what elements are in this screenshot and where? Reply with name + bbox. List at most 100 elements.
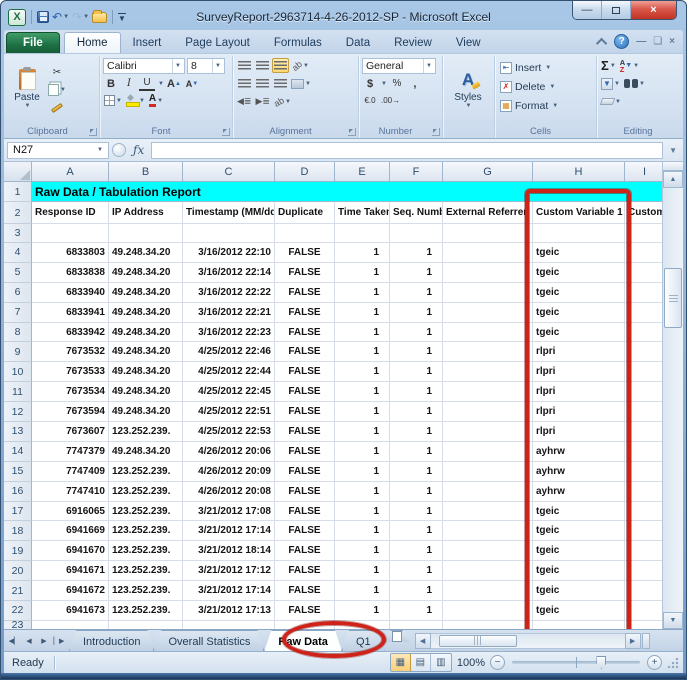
orientation-button[interactable]: ab▼ xyxy=(291,58,310,73)
cell[interactable]: 3/21/2012 17:12 xyxy=(183,561,275,581)
decrease-font-button[interactable]: A▼ xyxy=(184,76,200,91)
cell[interactable] xyxy=(625,342,662,362)
cell[interactable]: 1 xyxy=(335,442,390,462)
maximize-button[interactable] xyxy=(602,1,631,19)
cell[interactable]: 1 xyxy=(390,601,443,621)
cell[interactable]: 123.252.239. xyxy=(109,422,183,442)
cell[interactable]: FALSE xyxy=(275,561,335,581)
sheet-tab-introduction[interactable]: Introduction xyxy=(69,630,154,651)
cell[interactable]: 1 xyxy=(390,402,443,422)
ribbon-tab-home[interactable]: Home xyxy=(64,32,121,53)
row-header-21[interactable]: 21 xyxy=(4,581,32,601)
cell[interactable]: tgeic xyxy=(533,541,625,561)
cell[interactable] xyxy=(443,224,533,243)
column-header-F[interactable]: F xyxy=(390,162,443,182)
cell[interactable]: 7747409 xyxy=(32,462,109,482)
cell[interactable]: FALSE xyxy=(275,462,335,482)
cell[interactable]: 123.252.239. xyxy=(109,502,183,522)
row-header-17[interactable]: 17 xyxy=(4,502,32,522)
cell[interactable] xyxy=(625,402,662,422)
row-header-11[interactable]: 11 xyxy=(4,382,32,402)
format-painter-button[interactable] xyxy=(47,101,67,116)
cell[interactable]: FALSE xyxy=(275,382,335,402)
row-header-5[interactable]: 5 xyxy=(4,263,32,283)
cell[interactable] xyxy=(390,621,443,629)
row-header-7[interactable]: 7 xyxy=(4,303,32,323)
row-header-10[interactable]: 10 xyxy=(4,362,32,382)
cell[interactable] xyxy=(625,521,662,541)
cell[interactable]: rlpri xyxy=(533,422,625,442)
cell[interactable]: tgeic xyxy=(533,303,625,323)
increase-decimal-button[interactable]: €.0 xyxy=(362,93,378,108)
cell[interactable] xyxy=(625,442,662,462)
styles-button[interactable]: A Styles ▼ xyxy=(446,58,490,120)
top-align-button[interactable] xyxy=(236,58,252,73)
cell[interactable]: FALSE xyxy=(275,442,335,462)
cell[interactable]: 1 xyxy=(390,362,443,382)
workbook-minimize-icon[interactable]: — xyxy=(636,36,646,47)
row-header-2[interactable]: 2 xyxy=(4,202,32,224)
cell[interactable]: 49.248.34.20 xyxy=(109,263,183,283)
cell[interactable]: 1 xyxy=(335,243,390,263)
resize-grip[interactable] xyxy=(667,657,679,669)
cell[interactable]: 3/21/2012 17:14 xyxy=(183,521,275,541)
cell[interactable]: FALSE xyxy=(275,601,335,621)
copy-button[interactable]: ▼ xyxy=(47,83,67,98)
help-icon[interactable]: ? xyxy=(614,34,629,49)
cell[interactable] xyxy=(443,303,533,323)
workbook-restore-icon[interactable]: ❏ xyxy=(653,36,662,47)
cell[interactable] xyxy=(443,601,533,621)
cell[interactable]: 1 xyxy=(390,422,443,442)
cell[interactable]: FALSE xyxy=(275,303,335,323)
cell[interactable]: 6833838 xyxy=(32,263,109,283)
page-break-view-button[interactable]: ▥ xyxy=(431,654,451,671)
cell[interactable]: 7673607 xyxy=(32,422,109,442)
cell[interactable] xyxy=(443,621,533,629)
cell[interactable]: 6941673 xyxy=(32,601,109,621)
cell[interactable]: ayhrw xyxy=(533,462,625,482)
wrap-text-button[interactable]: ab▼ xyxy=(273,94,292,109)
cell[interactable]: FALSE xyxy=(275,541,335,561)
horizontal-scroll-track[interactable] xyxy=(431,633,625,649)
increase-font-button[interactable]: A▲ xyxy=(166,76,182,91)
zoom-slider-thumb[interactable] xyxy=(596,656,606,669)
cell[interactable]: 3/21/2012 17:13 xyxy=(183,601,275,621)
cell[interactable]: 1 xyxy=(335,263,390,283)
zoom-slider-track[interactable] xyxy=(512,661,640,664)
field-header-cell[interactable]: IP Address xyxy=(109,202,183,224)
number-format-combobox[interactable]: General▼ xyxy=(362,58,436,74)
cell[interactable]: 1 xyxy=(335,601,390,621)
cell[interactable] xyxy=(625,323,662,343)
ribbon-tab-formulas[interactable]: Formulas xyxy=(262,32,334,53)
increase-indent-button[interactable]: ▶≣ xyxy=(254,94,270,109)
ribbon-tab-page-layout[interactable]: Page Layout xyxy=(173,32,262,53)
minimize-button[interactable]: — xyxy=(573,1,602,19)
font-size-combobox[interactable]: 8▼ xyxy=(187,58,225,74)
cell[interactable] xyxy=(625,621,662,629)
cell[interactable] xyxy=(625,263,662,283)
row-header-23[interactable]: 23 xyxy=(4,621,32,629)
number-dialog-launcher-icon[interactable] xyxy=(432,128,440,136)
cell[interactable]: 49.248.34.20 xyxy=(109,323,183,343)
sheet-tab-q1[interactable]: Q1 xyxy=(342,630,385,651)
cell[interactable]: 3/16/2012 22:23 xyxy=(183,323,275,343)
cell[interactable] xyxy=(443,422,533,442)
cell[interactable]: 1 xyxy=(390,243,443,263)
cell[interactable]: 1 xyxy=(335,561,390,581)
cell[interactable]: tgeic xyxy=(533,561,625,581)
cell[interactable] xyxy=(625,601,662,621)
cell[interactable] xyxy=(109,621,183,629)
column-header-C[interactable]: C xyxy=(183,162,275,182)
cell[interactable] xyxy=(443,561,533,581)
cell[interactable]: 7673594 xyxy=(32,402,109,422)
column-header-G[interactable]: G xyxy=(443,162,533,182)
cell[interactable]: 1 xyxy=(390,521,443,541)
cell[interactable]: FALSE xyxy=(275,422,335,442)
cell[interactable] xyxy=(443,283,533,303)
clipboard-dialog-launcher-icon[interactable] xyxy=(89,128,97,136)
font-name-combobox[interactable]: Calibri▼ xyxy=(103,58,185,74)
insert-cells-button[interactable]: ⇤Insert▼ xyxy=(498,58,593,77)
horizontal-scrollbar[interactable]: ◀ ▶ xyxy=(415,632,650,649)
cell[interactable]: 123.252.239. xyxy=(109,521,183,541)
ribbon-tab-data[interactable]: Data xyxy=(334,32,382,53)
